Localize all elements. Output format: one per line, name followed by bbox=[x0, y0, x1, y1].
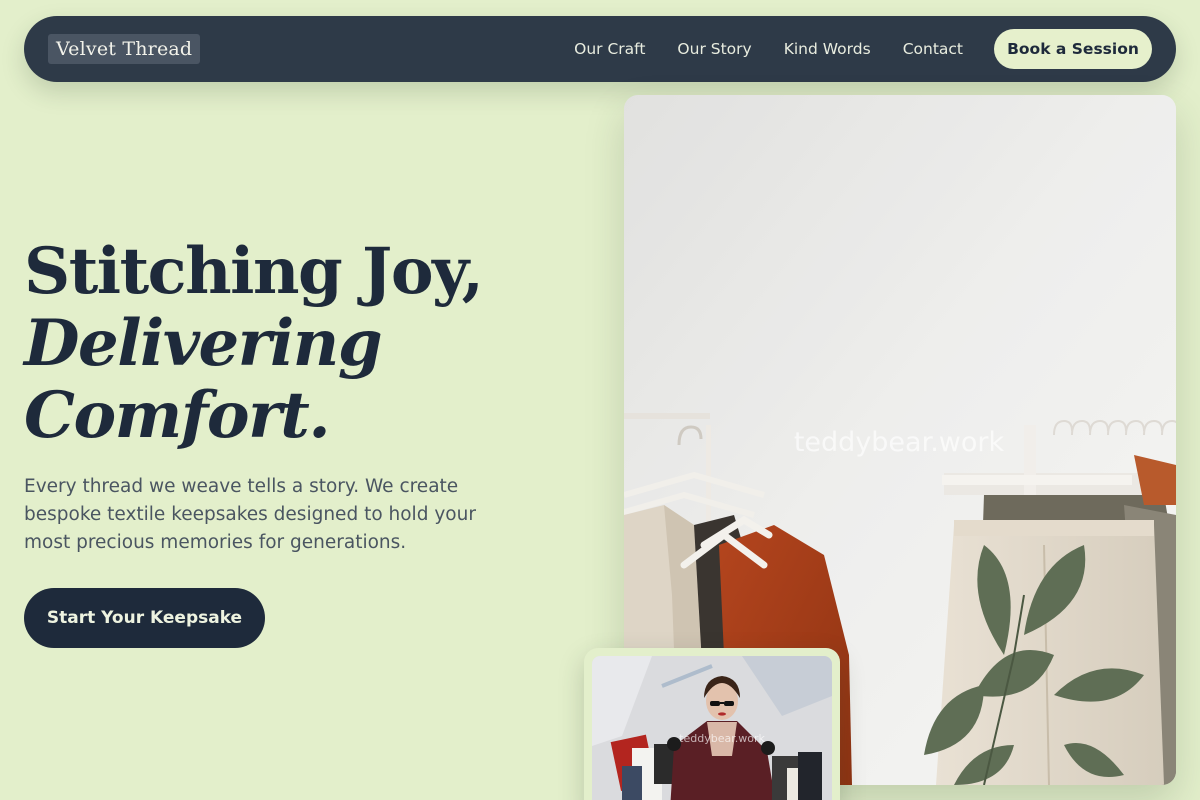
hero-headline: Stitching Joy, Delivering Comfort. bbox=[24, 236, 584, 452]
hero-subtext: Every thread we weave tells a story. We … bbox=[24, 476, 476, 553]
nav-link-contact[interactable]: Contact bbox=[903, 40, 963, 58]
book-session-button[interactable]: Book a Session bbox=[994, 29, 1152, 69]
brand-logo[interactable]: Velvet Thread bbox=[48, 34, 201, 64]
thumbnail-watermark: teddybear.work bbox=[679, 732, 765, 745]
thumbnail-image-card: teddybear.work bbox=[584, 648, 840, 800]
headline-line-1: Stitching Joy, bbox=[24, 234, 484, 309]
shopper-illustration: teddybear.work bbox=[592, 656, 832, 800]
headline-line-3: Comfort. bbox=[24, 378, 331, 453]
nav-link-our-craft[interactable]: Our Craft bbox=[574, 40, 645, 58]
nav-link-our-story[interactable]: Our Story bbox=[677, 40, 751, 58]
main-image-watermark: teddybear.work bbox=[794, 427, 1005, 458]
start-keepsake-button[interactable]: Start Your Keepsake bbox=[24, 588, 265, 648]
headline-line-2: Delivering bbox=[24, 306, 383, 381]
nav-link-kind-words[interactable]: Kind Words bbox=[784, 40, 871, 58]
thumbnail-image-shopper: teddybear.work bbox=[592, 656, 832, 800]
top-navigation: Velvet Thread Our Craft Our Story Kind W… bbox=[24, 16, 1176, 82]
nav-links: Our Craft Our Story Kind Words Contact bbox=[574, 40, 963, 58]
